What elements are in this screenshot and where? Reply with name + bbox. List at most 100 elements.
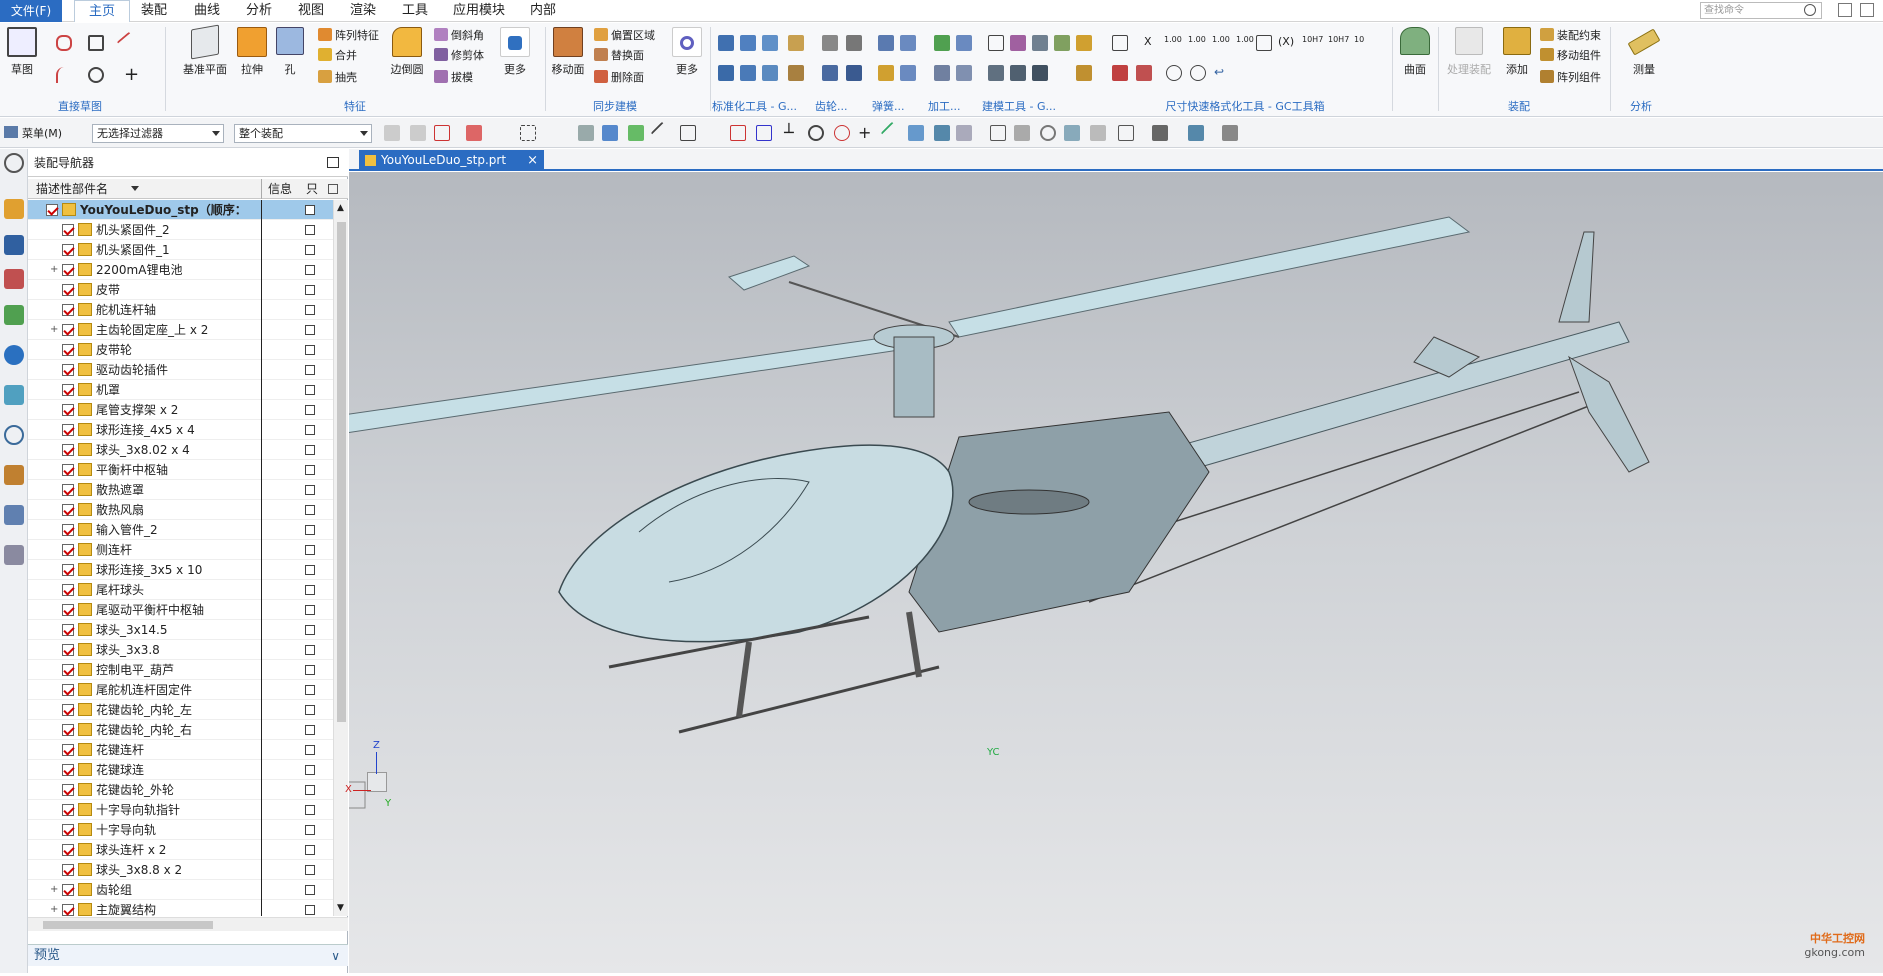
- menu-assembly[interactable]: 装配: [133, 0, 175, 22]
- readonly-checkbox[interactable]: [305, 885, 315, 895]
- chamfer-button[interactable]: 倒斜角: [434, 27, 484, 45]
- measure-button[interactable]: 测量: [1626, 27, 1662, 77]
- visibility-checkbox[interactable]: [62, 584, 74, 596]
- readonly-checkbox[interactable]: [305, 265, 315, 275]
- menu-render[interactable]: 渲染: [342, 0, 384, 22]
- tree-root-row[interactable]: YouYouLeDuo_stp（顺序：...: [28, 200, 333, 220]
- move-face-button[interactable]: 移动面: [550, 27, 586, 77]
- readonly-checkbox[interactable]: [305, 665, 315, 675]
- readonly-checkbox[interactable]: [305, 425, 315, 435]
- table-row[interactable]: 花键齿轮_外轮: [28, 780, 333, 800]
- search-icon[interactable]: [1804, 4, 1816, 16]
- table-row[interactable]: 尾驱动平衡杆中枢轴: [28, 600, 333, 620]
- close-window-icon[interactable]: [1860, 3, 1874, 17]
- gear-icon[interactable]: [822, 65, 838, 81]
- table-row[interactable]: 球形连接_4x5 x 4: [28, 420, 333, 440]
- readonly-checkbox[interactable]: [305, 645, 315, 655]
- preview-panel-header[interactable]: 预览 ∨: [28, 944, 348, 966]
- machining-icon[interactable]: [956, 65, 972, 81]
- snap-icon[interactable]: [680, 125, 696, 141]
- readonly-checkbox[interactable]: [305, 765, 315, 775]
- readonly-checkbox[interactable]: [305, 545, 315, 555]
- select-tool-icon[interactable]: [384, 125, 400, 141]
- readonly-checkbox[interactable]: [305, 785, 315, 795]
- visibility-checkbox[interactable]: [62, 644, 74, 656]
- dimension-icon[interactable]: ↩: [1214, 65, 1230, 81]
- snap-icon[interactable]: [880, 121, 904, 145]
- table-row[interactable]: 尾杆球头: [28, 580, 333, 600]
- visibility-checkbox[interactable]: [62, 324, 74, 336]
- table-row[interactable]: 平衡杆中枢轴: [28, 460, 333, 480]
- dim-format-button[interactable]: 1.00: [1188, 31, 1206, 49]
- select-tool-icon[interactable]: [466, 125, 482, 141]
- circle-icon[interactable]: [88, 67, 104, 83]
- spring-icon[interactable]: [900, 35, 916, 51]
- dim-tol-button[interactable]: 10H7: [1302, 31, 1323, 49]
- table-row[interactable]: 皮带轮: [28, 340, 333, 360]
- scroll-thumb[interactable]: [337, 222, 346, 722]
- machining-icon[interactable]: [956, 35, 972, 51]
- std-part-icon[interactable]: [718, 65, 734, 81]
- visibility-checkbox[interactable]: [62, 904, 74, 916]
- modeling-tool-icon[interactable]: [1032, 35, 1048, 51]
- readonly-checkbox[interactable]: [305, 345, 315, 355]
- pattern-feature-button[interactable]: 阵列特征: [318, 27, 379, 45]
- hole-button[interactable]: 孔: [274, 27, 306, 77]
- menu-button[interactable]: 菜单(M): [22, 125, 62, 141]
- table-row[interactable]: 机罩: [28, 380, 333, 400]
- spline-icon[interactable]: [56, 35, 72, 51]
- more-features-button[interactable]: 更多: [496, 27, 534, 77]
- unite-button[interactable]: 合并: [318, 47, 357, 65]
- table-row[interactable]: +2200mA锂电池: [28, 260, 333, 280]
- visibility-checkbox[interactable]: [62, 784, 74, 796]
- expand-toggle-icon[interactable]: +: [50, 900, 58, 916]
- visibility-checkbox[interactable]: [62, 344, 74, 356]
- sort-down-icon[interactable]: [131, 186, 139, 191]
- col-part-name[interactable]: 描述性部件名: [36, 179, 108, 199]
- readonly-checkbox[interactable]: [305, 385, 315, 395]
- scroll-thumb[interactable]: [43, 921, 213, 929]
- readonly-checkbox[interactable]: [305, 825, 315, 835]
- vertical-scrollbar[interactable]: ▲ ▼: [333, 200, 348, 916]
- view-icon[interactable]: [1090, 125, 1106, 141]
- visibility-checkbox[interactable]: [62, 364, 74, 376]
- point-icon[interactable]: +: [124, 66, 140, 84]
- visibility-checkbox[interactable]: [62, 544, 74, 556]
- table-row[interactable]: 机头紧固件_1: [28, 240, 333, 260]
- table-row[interactable]: + 主齿轮固定座_上 x 2: [28, 320, 333, 340]
- maximize-icon[interactable]: [327, 157, 339, 168]
- file-menu[interactable]: 文件(F): [0, 0, 62, 22]
- datum-plane-button[interactable]: 基准平面: [180, 24, 230, 77]
- readonly-checkbox[interactable]: [305, 685, 315, 695]
- view-icon[interactable]: [990, 125, 1006, 141]
- table-row[interactable]: 散热风扇: [28, 500, 333, 520]
- table-row[interactable]: 花键齿轮_内轮_右: [28, 720, 333, 740]
- std-part-icon[interactable]: [740, 35, 756, 51]
- view-icon[interactable]: [1222, 125, 1238, 141]
- move-component-button[interactable]: 移动组件: [1540, 47, 1601, 65]
- select-tool-icon[interactable]: [410, 125, 426, 141]
- snap-icon[interactable]: [808, 125, 824, 141]
- pattern-component-button[interactable]: 阵列组件: [1540, 69, 1601, 87]
- visibility-checkbox[interactable]: [62, 864, 74, 876]
- model-canvas[interactable]: Z X Y YC 中华工控网 gkong.com: [328, 172, 1883, 973]
- rectangle-icon[interactable]: [88, 35, 104, 51]
- dimension-icon[interactable]: [1112, 35, 1128, 51]
- readonly-checkbox[interactable]: [305, 525, 315, 535]
- palette-icon[interactable]: [4, 465, 24, 485]
- clock-icon[interactable]: [4, 425, 24, 445]
- readonly-checkbox[interactable]: [305, 565, 315, 575]
- visibility-checkbox[interactable]: [62, 724, 74, 736]
- visibility-checkbox[interactable]: [62, 884, 74, 896]
- modeling-tool-icon[interactable]: [988, 65, 1004, 81]
- readonly-checkbox[interactable]: [305, 505, 315, 515]
- std-part-icon[interactable]: [788, 65, 804, 81]
- shell-button[interactable]: 抽壳: [318, 69, 357, 87]
- table-row[interactable]: 侧连杆: [28, 540, 333, 560]
- column-options-icon[interactable]: [328, 184, 338, 194]
- select-tool-icon[interactable]: [434, 125, 450, 141]
- readonly-checkbox[interactable]: [305, 445, 315, 455]
- assembly-constraint-button[interactable]: 装配约束: [1540, 27, 1601, 45]
- restore-window-icon[interactable]: [1838, 3, 1852, 17]
- readonly-checkbox[interactable]: [305, 905, 315, 915]
